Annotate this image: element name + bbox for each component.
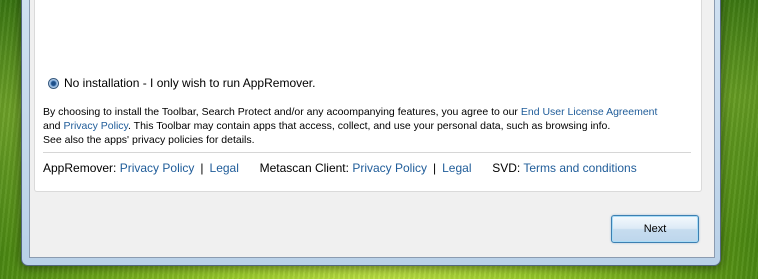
next-button[interactable]: Next [611,215,699,243]
metascan-legal-link[interactable]: Legal [442,161,471,175]
installer-window: No installation - I only wish to run App… [21,0,721,266]
content-panel: No installation - I only wish to run App… [34,0,702,192]
no-installation-radio[interactable] [48,77,59,89]
legal-line-2-suffix: . This Toolbar may contain apps that acc… [128,120,611,132]
separator: | [200,161,204,175]
metascan-label: Metascan Client: [259,161,349,175]
privacy-policy-link[interactable]: Privacy Policy [63,120,128,132]
no-installation-label: No installation - I only wish to run App… [64,76,316,90]
metascan-privacy-link[interactable]: Privacy Policy [352,161,427,175]
no-installation-option[interactable]: No installation - I only wish to run App… [48,75,315,91]
divider [43,152,691,153]
legal-line-1: By choosing to install the Toolbar, Sear… [43,105,703,119]
legal-line-2-prefix: and [43,120,64,132]
window-client-area: No installation - I only wish to run App… [29,0,715,258]
footer-links: AppRemover: Privacy Policy | Legal Metasca… [43,161,637,175]
svd-label: SVD: [492,161,521,175]
eula-link[interactable]: End User License Agreement [521,106,658,118]
separator: | [433,161,437,175]
legal-line-1-text: By choosing to install the Toolbar, Sear… [43,106,521,118]
legal-line-2: and Privacy Policy. This Toolbar may con… [43,119,703,133]
appremover-privacy-link[interactable]: Privacy Policy [120,161,195,175]
appremover-label: AppRemover: [43,161,117,175]
legal-disclaimer: By choosing to install the Toolbar, Sear… [43,105,703,147]
legal-line-3: See also the apps' privacy policies for … [43,134,255,146]
svd-terms-link[interactable]: Terms and conditions [523,161,636,175]
appremover-legal-link[interactable]: Legal [210,161,239,175]
